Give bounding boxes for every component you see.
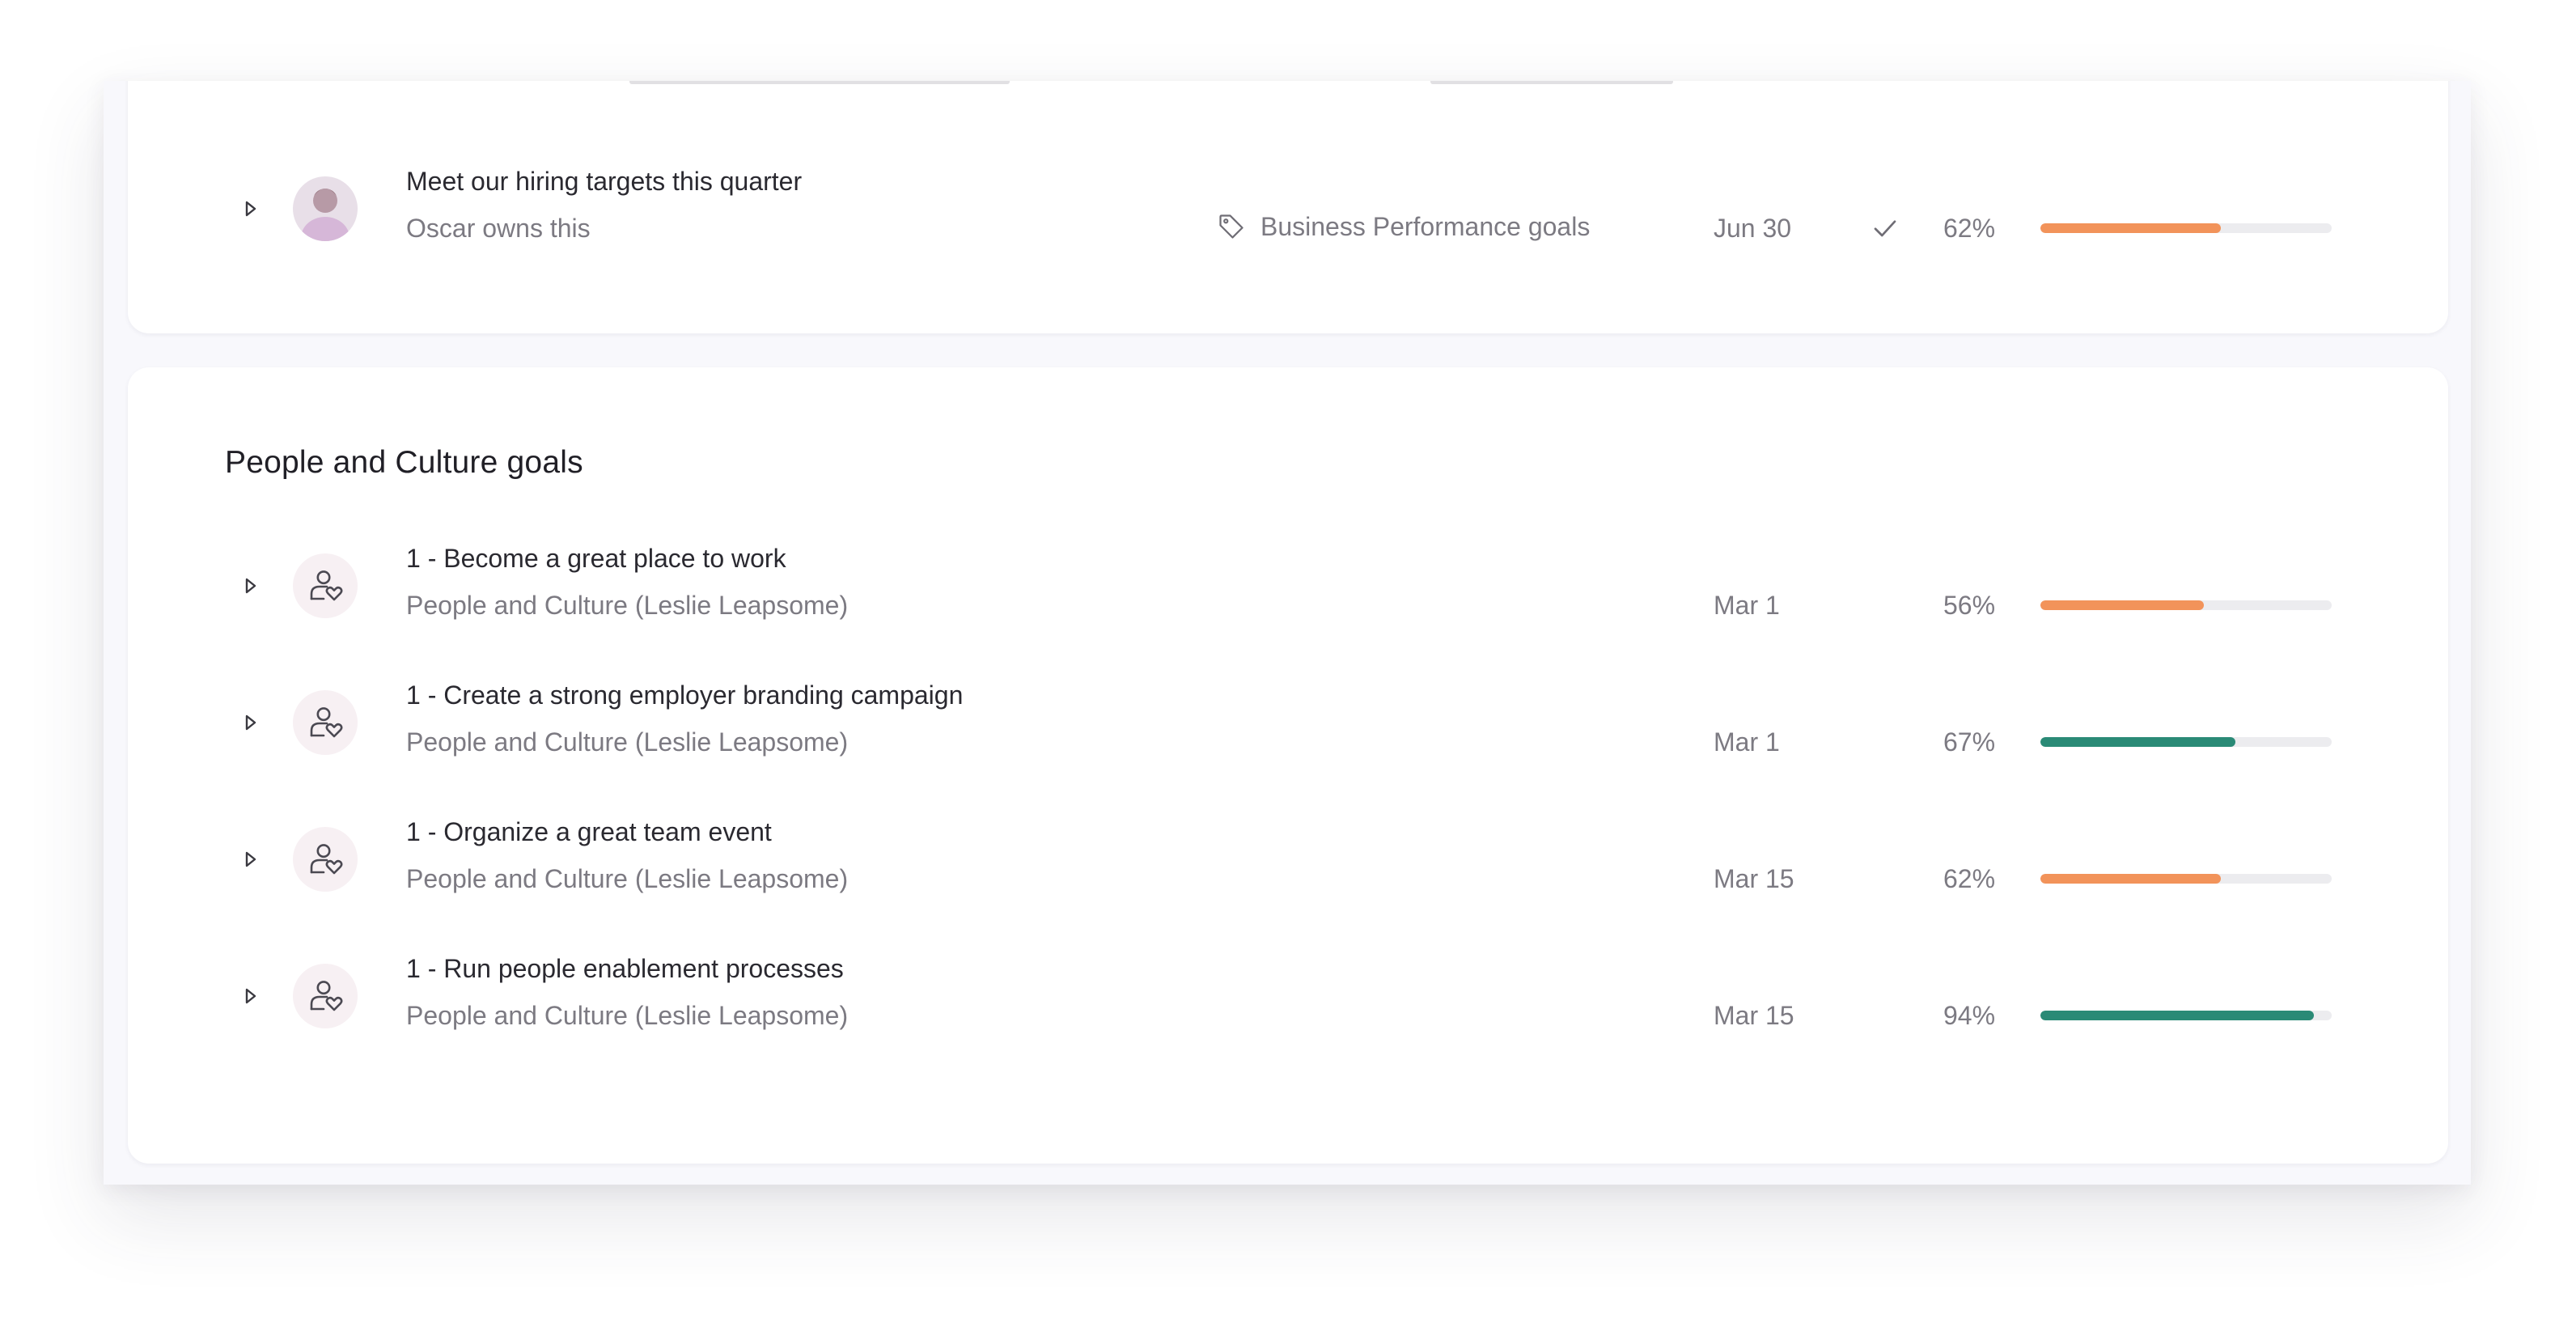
goal-owner: People and Culture (Leslie Leapsome): [406, 727, 849, 757]
goal-due-date: Jun 30: [1714, 214, 1792, 243]
goal-tag-label: Business Performance goals: [1260, 211, 1591, 241]
goal-owner: People and Culture (Leslie Leapsome): [406, 1001, 849, 1030]
goal-title[interactable]: Meet our hiring targets this quarter: [406, 167, 802, 197]
team-icon: [310, 707, 343, 738]
goal-tag[interactable]: Business Performance goals: [1217, 210, 1590, 243]
avatar: [293, 827, 358, 892]
goal-title[interactable]: 1 - Become a great place to work: [406, 544, 786, 574]
team-icon: [310, 981, 343, 1011]
goal-row[interactable]: Meet our hiring targets this quarter Osc…: [128, 155, 2448, 269]
goal-title[interactable]: 1 - Organize a great team event: [406, 817, 772, 847]
goal-progress-percent: 56%: [1943, 591, 1996, 620]
goal-row[interactable]: 1 - Run people enablement processes Peop…: [128, 943, 2448, 1056]
progress-fill: [2040, 737, 2236, 747]
expand-triangle-icon: [245, 714, 256, 731]
clipped-text-fragment: [629, 81, 1010, 84]
expand-toggle[interactable]: [236, 845, 265, 874]
expand-toggle[interactable]: [236, 194, 265, 223]
section-card-people-and-culture: People and Culture goals 1 - Become a gr…: [128, 367, 2448, 1164]
expand-triangle-icon: [245, 578, 256, 594]
goal-owner: People and Culture (Leslie Leapsome): [406, 864, 849, 893]
expand-toggle[interactable]: [236, 708, 265, 737]
progress-fill: [2040, 600, 2204, 610]
goal-due-date: Mar 1: [1714, 591, 1780, 620]
avatar: [293, 964, 358, 1028]
goal-row[interactable]: 1 - Organize a great team event People a…: [128, 806, 2448, 919]
progress-fill: [2040, 223, 2222, 233]
team-icon: [310, 844, 343, 875]
goal-row[interactable]: 1 - Create a strong employer branding ca…: [128, 669, 2448, 782]
goal-owner: People and Culture (Leslie Leapsome): [406, 591, 849, 620]
expand-toggle[interactable]: [236, 571, 265, 600]
goal-progress-percent: 67%: [1943, 727, 1996, 757]
expand-toggle[interactable]: [236, 981, 265, 1011]
progress-fill: [2040, 874, 2222, 884]
goal-card-previous-section: Meet our hiring targets this quarter Osc…: [128, 81, 2448, 333]
goals-panel: Meet our hiring targets this quarter Osc…: [104, 81, 2471, 1185]
progress-bar: [2040, 874, 2332, 884]
team-icon: [310, 570, 343, 601]
tag-icon: [1219, 214, 1244, 239]
expand-triangle-icon: [245, 201, 256, 217]
progress-bar: [2040, 223, 2332, 233]
goal-row[interactable]: 1 - Become a great place to work People …: [128, 532, 2448, 646]
expand-triangle-icon: [245, 988, 256, 1004]
progress-fill: [2040, 1011, 2315, 1020]
progress-bar: [2040, 1011, 2332, 1020]
goal-title[interactable]: 1 - Run people enablement processes: [406, 954, 844, 984]
check-icon: [1874, 220, 1896, 237]
avatar: [293, 690, 358, 755]
progress-bar: [2040, 600, 2332, 610]
goal-owner: Oscar owns this: [406, 214, 591, 243]
goal-due-date: Mar 15: [1714, 1001, 1794, 1030]
goal-title[interactable]: 1 - Create a strong employer branding ca…: [406, 680, 963, 710]
goal-progress-percent: 62%: [1943, 864, 1996, 893]
section-title: People and Culture goals: [225, 445, 583, 480]
goal-due-date: Mar 15: [1714, 864, 1794, 893]
goal-progress-percent: 94%: [1943, 1001, 1996, 1030]
goal-progress-percent: 62%: [1943, 214, 1996, 243]
user-photo-icon: [293, 176, 358, 241]
avatar: [293, 176, 358, 241]
goal-due-date: Mar 1: [1714, 727, 1780, 757]
clipped-text-fragment: [1430, 81, 1673, 84]
progress-bar: [2040, 737, 2332, 747]
avatar: [293, 553, 358, 618]
expand-triangle-icon: [245, 851, 256, 867]
